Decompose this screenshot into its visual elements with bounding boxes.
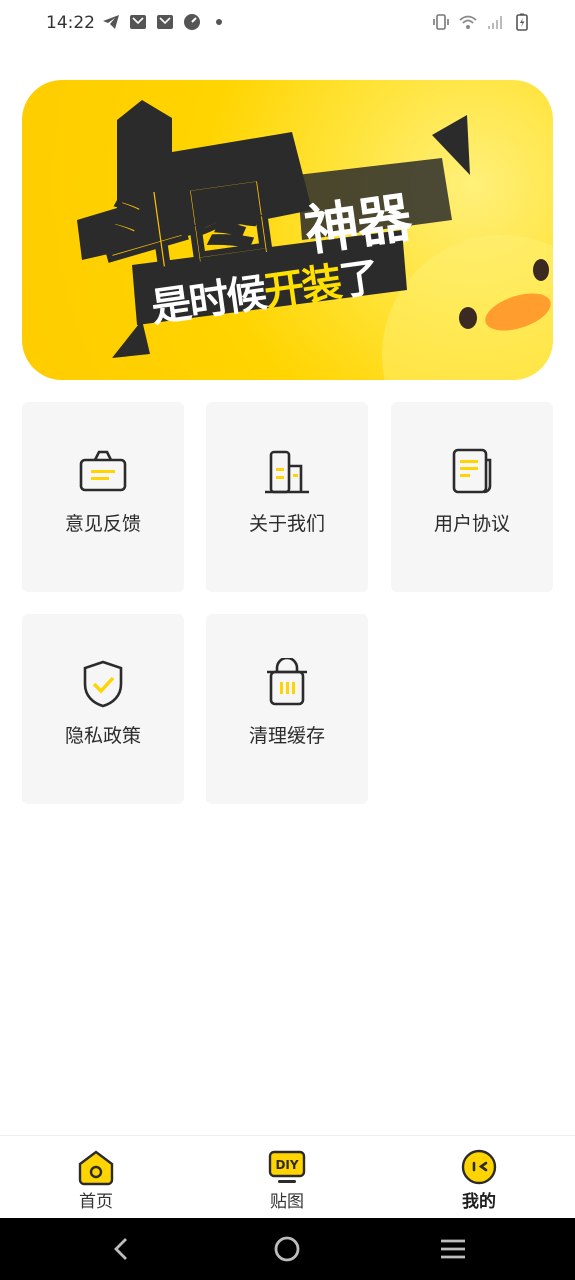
tab-home[interactable]: 首页 — [36, 1136, 156, 1219]
telegram-icon — [103, 15, 119, 29]
mail-icon — [130, 15, 146, 29]
home-icon — [78, 1150, 114, 1186]
screen: 14:22 斗图 神器 是时候开装了 意见反馈 关于我们 用户协议 隐私政策 清… — [0, 0, 575, 1280]
mail-icon — [157, 15, 173, 29]
banner-slogan-part1: 是时候 — [148, 270, 268, 332]
diy-icon: DIY — [268, 1150, 306, 1183]
status-time: 14:22 — [46, 13, 95, 33]
tab-label: 我的 — [462, 1192, 496, 1212]
recents-menu-icon[interactable] — [438, 1234, 468, 1264]
signal-icon — [488, 16, 502, 29]
status-right-icons — [432, 13, 531, 31]
banner-slogan-highlight: 开装 — [261, 259, 344, 316]
vibrate-icon — [433, 14, 449, 30]
menu-item-privacy-policy[interactable]: 隐私政策 — [22, 614, 184, 804]
trash-icon — [267, 658, 307, 706]
menu-item-label: 清理缓存 — [248, 725, 325, 747]
menu-item-user-agreement[interactable]: 用户协议 — [391, 402, 553, 592]
back-icon[interactable] — [107, 1234, 137, 1264]
tab-profile[interactable]: 我的 — [419, 1136, 539, 1219]
building-icon — [265, 450, 309, 494]
tab-label: 首页 — [79, 1192, 113, 1212]
status-left-icons — [102, 13, 228, 31]
feedback-icon — [79, 450, 127, 492]
dot-icon — [216, 19, 222, 25]
menu-item-about-us[interactable]: 关于我们 — [206, 402, 368, 592]
home-circle-icon[interactable] — [272, 1234, 302, 1264]
system-navigation-bar — [0, 1218, 575, 1280]
bottom-tab-bar: 首页 DIY 贴图 我的 — [0, 1135, 575, 1218]
menu-item-label: 用户协议 — [433, 513, 510, 535]
face-icon — [461, 1149, 497, 1185]
speed-icon — [184, 14, 200, 30]
diy-icon-text: DIY — [275, 1158, 298, 1172]
wifi-icon — [459, 15, 477, 29]
tab-label: 贴图 — [270, 1192, 304, 1212]
menu-item-feedback[interactable]: 意见反馈 — [22, 402, 184, 592]
menu-item-label: 关于我们 — [248, 513, 325, 535]
document-icon — [452, 448, 492, 494]
banner-text: 斗图 神器 是时候开装了 — [22, 80, 553, 380]
menu-item-clear-cache[interactable]: 清理缓存 — [206, 614, 368, 804]
tab-stickers[interactable]: DIY 贴图 — [227, 1136, 347, 1219]
menu-item-label: 意见反馈 — [64, 513, 141, 535]
banner-slogan-part2: 了 — [336, 254, 381, 306]
shield-check-icon — [83, 660, 123, 708]
promo-banner[interactable]: 斗图 神器 是时候开装了 — [22, 80, 553, 380]
status-bar: 14:22 — [0, 0, 575, 48]
battery-icon — [516, 13, 528, 31]
menu-item-label: 隐私政策 — [64, 725, 141, 747]
